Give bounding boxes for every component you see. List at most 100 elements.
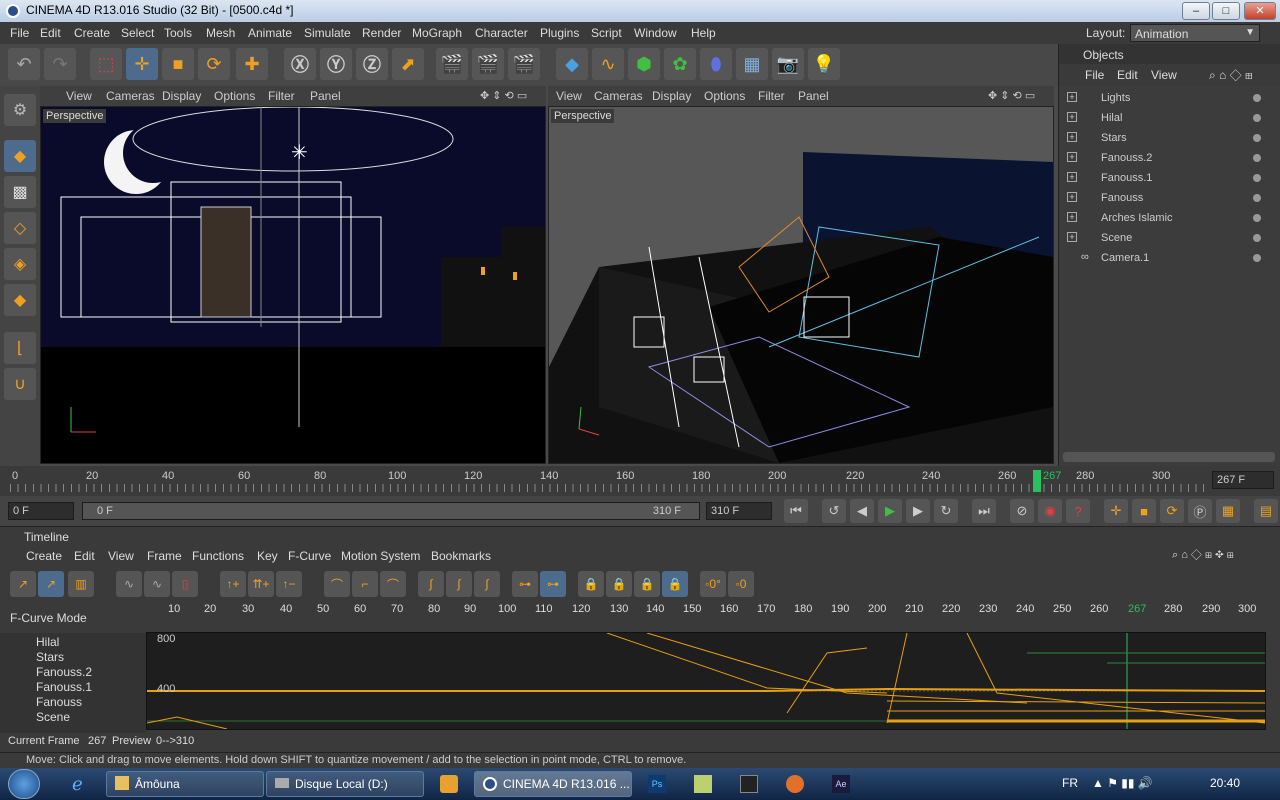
transform-icon[interactable]: ✚ bbox=[236, 48, 268, 80]
timeline-menu-fcurve[interactable]: F-Curve bbox=[288, 549, 331, 563]
vp2-menu-panel[interactable]: Panel bbox=[798, 89, 829, 103]
tangent-2-icon[interactable]: ⊶ bbox=[540, 571, 566, 597]
floor-icon[interactable]: ▦ bbox=[736, 48, 768, 80]
key-parameter-icon[interactable]: Ⓟ bbox=[1188, 499, 1212, 523]
model-mode-icon[interactable]: ◆ bbox=[4, 140, 36, 172]
visibility-dot[interactable] bbox=[1253, 114, 1261, 122]
language-indicator[interactable]: FR bbox=[1062, 776, 1078, 790]
magnet-icon[interactable]: ∪ bbox=[4, 368, 36, 400]
move-icon[interactable]: ✛ bbox=[126, 48, 158, 80]
vp2-menu-filter[interactable]: Filter bbox=[758, 89, 785, 103]
layout-select[interactable]: Animation ▼ bbox=[1130, 24, 1260, 42]
next-key-icon[interactable]: ↻ bbox=[934, 499, 958, 523]
timeline-ruler[interactable]: 0 20 40 60 80 100 120 140 160 180 200 22… bbox=[0, 466, 1280, 496]
visibility-dot[interactable] bbox=[1253, 94, 1261, 102]
subdivision-icon[interactable]: ⬢ bbox=[628, 48, 660, 80]
vp2-menu-options[interactable]: Options bbox=[704, 89, 745, 103]
undo-icon[interactable]: ↶ bbox=[8, 48, 40, 80]
camera-icon[interactable]: 📷 bbox=[772, 48, 804, 80]
menu-simulate[interactable]: Simulate bbox=[304, 26, 351, 40]
expand-icon[interactable]: + bbox=[1067, 192, 1077, 202]
vp1-menu-filter[interactable]: Filter bbox=[268, 89, 295, 103]
tangent-1-icon[interactable]: ⊶ bbox=[512, 571, 538, 597]
render-settings-icon[interactable]: 🎬 bbox=[508, 48, 540, 80]
menu-plugins[interactable]: Plugins bbox=[540, 26, 579, 40]
texture-mode-icon[interactable]: ▩ bbox=[4, 176, 36, 208]
timeline-menu-functions[interactable]: Functions bbox=[192, 549, 244, 563]
vp1-menu-cameras[interactable]: Cameras bbox=[106, 89, 155, 103]
go-to-end-icon[interactable]: ⏭ bbox=[972, 499, 996, 523]
objects-menu-file[interactable]: File bbox=[1085, 68, 1104, 82]
vp1-menu-options[interactable]: Options bbox=[214, 89, 255, 103]
lock-1-icon[interactable]: 🔒 bbox=[578, 571, 604, 597]
object-row-fanouss-1[interactable]: + Fanouss.1 bbox=[1063, 168, 1273, 188]
record-icon[interactable]: ⊘ bbox=[1010, 499, 1034, 523]
object-row-fanouss[interactable]: + Fanouss bbox=[1063, 188, 1273, 208]
spline-pen-icon[interactable]: ∿ bbox=[592, 48, 624, 80]
motion-mode-icon[interactable]: ▥ bbox=[68, 571, 94, 597]
track-fanouss-1[interactable]: Fanouss.1 bbox=[36, 680, 92, 694]
keyframe-selection-icon[interactable]: ? bbox=[1066, 499, 1090, 523]
curve-tool-3-icon[interactable]: ▯ bbox=[172, 571, 198, 597]
menu-file[interactable]: File bbox=[10, 26, 29, 40]
render-picture-viewer-icon[interactable]: 🎬 bbox=[472, 48, 504, 80]
viewport-2[interactable]: Perspective bbox=[548, 106, 1054, 464]
y-axis-icon[interactable]: Ⓨ bbox=[320, 48, 352, 80]
lock-2-icon[interactable]: 🔒 bbox=[606, 571, 632, 597]
visibility-dot[interactable] bbox=[1253, 154, 1261, 162]
next-frame-icon[interactable]: ▶ bbox=[906, 499, 930, 523]
menu-character[interactable]: Character bbox=[475, 26, 528, 40]
menu-create[interactable]: Create bbox=[74, 26, 110, 40]
taskbar-item-amouna[interactable]: Âmôuna bbox=[106, 771, 264, 797]
menu-tools[interactable]: Tools bbox=[164, 26, 192, 40]
visibility-dot[interactable] bbox=[1253, 234, 1261, 242]
track-scene[interactable]: Scene bbox=[36, 710, 70, 724]
media-player-icon[interactable] bbox=[440, 775, 458, 793]
polygons-mode-icon[interactable]: ◆ bbox=[4, 284, 36, 316]
expand-icon[interactable]: + bbox=[1067, 132, 1077, 142]
spline-icon[interactable]: ⌒ bbox=[380, 571, 406, 597]
menu-animate[interactable]: Animate bbox=[248, 26, 292, 40]
coordinate-system-icon[interactable]: ⬈ bbox=[392, 48, 424, 80]
menu-mograph[interactable]: MoGraph bbox=[412, 26, 462, 40]
deformer-icon[interactable]: ⬮ bbox=[700, 48, 732, 80]
objects-menu-view[interactable]: View bbox=[1151, 68, 1177, 82]
x-axis-icon[interactable]: Ⓧ bbox=[284, 48, 316, 80]
fcurve-graph[interactable]: 800 400 bbox=[146, 632, 1266, 730]
vp2-menu-view[interactable]: View bbox=[556, 89, 582, 103]
photoshop-icon[interactable]: Ps bbox=[648, 775, 666, 793]
axis-mode-icon[interactable]: ⌊ bbox=[4, 332, 36, 364]
curve-tool-2-icon[interactable]: ∿ bbox=[144, 571, 170, 597]
vp1-menu-display[interactable]: Display bbox=[162, 89, 201, 103]
rotate-icon[interactable]: ⟳ bbox=[198, 48, 230, 80]
remove-key-icon[interactable]: ↑− bbox=[276, 571, 302, 597]
vp1-menu-panel[interactable]: Panel bbox=[310, 89, 341, 103]
ease-in-icon[interactable]: ∫ bbox=[446, 571, 472, 597]
ease-icon[interactable]: ∫ bbox=[418, 571, 444, 597]
dopesheet-icon[interactable]: ↗ bbox=[10, 571, 36, 597]
object-row-arches-islamic[interactable]: + Arches Islamic bbox=[1063, 208, 1273, 228]
lock-4-icon[interactable]: 🔒 bbox=[662, 571, 688, 597]
object-row-fanouss-2[interactable]: + Fanouss.2 bbox=[1063, 148, 1273, 168]
vp1-nav-icons[interactable]: ✥ ⇕ ⟲ ▭ bbox=[480, 89, 527, 102]
add-key-icon[interactable]: ↑+ bbox=[220, 571, 246, 597]
edges-mode-icon[interactable]: ◈ bbox=[4, 248, 36, 280]
timeline-menu-key[interactable]: Key bbox=[257, 549, 278, 563]
current-frame-field[interactable]: 267 F bbox=[1212, 471, 1274, 489]
objects-search-icon[interactable]: ⌕ ⌂ ◇ ⊞ bbox=[1209, 68, 1253, 83]
array-icon[interactable]: ✿ bbox=[664, 48, 696, 80]
visibility-dot[interactable] bbox=[1253, 194, 1261, 202]
scale-icon[interactable]: ■ bbox=[162, 48, 194, 80]
visibility-dot[interactable] bbox=[1253, 254, 1261, 262]
linear-icon[interactable]: ⌒ bbox=[324, 571, 350, 597]
expand-icon[interactable]: + bbox=[1067, 172, 1077, 182]
tray-icons[interactable]: ▲ ⚑ ▮▮ 🔊 bbox=[1092, 776, 1153, 790]
viewport-1[interactable]: ✳ Perspective bbox=[40, 106, 546, 464]
fcurve-mode-icon[interactable]: ↗ bbox=[38, 571, 64, 597]
timeline-menu-motion-system[interactable]: Motion System bbox=[341, 549, 420, 563]
object-row-scene[interactable]: + Scene bbox=[1063, 228, 1273, 248]
vp2-nav-icons[interactable]: ✥ ⇕ ⟲ ▭ bbox=[988, 89, 1035, 102]
menu-edit[interactable]: Edit bbox=[40, 26, 61, 40]
menu-help[interactable]: Help bbox=[691, 26, 716, 40]
track-stars[interactable]: Stars bbox=[36, 650, 64, 664]
